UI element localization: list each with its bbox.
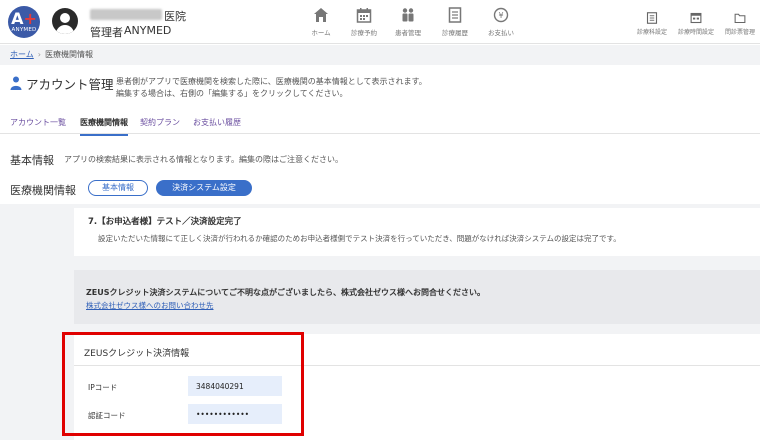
page-title: アカウント管理 [26, 77, 114, 92]
svg-text:¥: ¥ [498, 11, 503, 20]
breadcrumb-separator: › [37, 50, 41, 59]
tab-payment-history[interactable]: お支払い履歴 [193, 117, 241, 128]
zeus-contact-link[interactable]: 株式会社ゼウス様へのお問い合わせ先 [86, 300, 214, 311]
auth-code-label: 認証コード [88, 411, 126, 420]
basic-info-title: 基本情報 [10, 154, 54, 167]
calendar-icon [356, 8, 372, 23]
breadcrumb-home[interactable]: ホーム [10, 50, 34, 59]
anymed-logo[interactable]: A+ ANYMED [8, 6, 40, 38]
page-description: 患者側がアプリで医療機関を検索した際に、医療機関の基本情報として表示されます。 … [116, 76, 516, 100]
payment-icon: ¥ [493, 7, 509, 23]
ip-code-label: IPコード [88, 383, 118, 392]
nav-questionnaire-settings[interactable]: 問診票管理 [714, 12, 760, 36]
nav-history-label: 診療履歴 [442, 29, 468, 37]
contact-card: ZEUSクレジット決済システムについてご不明な点がございましたら、株式会社ゼウス… [74, 270, 760, 324]
tab-contract-plan[interactable]: 契約プラン [140, 117, 180, 128]
patients-icon [402, 8, 414, 22]
breadcrumb: ホーム › 医療機関情報 [0, 45, 760, 65]
admin-role: 管理者 [90, 26, 123, 39]
payment-settings-button[interactable]: 決済システム設定 [156, 180, 252, 196]
nav-patients-label: 患者管理 [395, 29, 421, 37]
schedule-icon [690, 12, 702, 24]
top-header: A+ ANYMED 医院 管理者 ANYMED ホーム 診療予約 患者管理 診療… [0, 0, 760, 44]
admin-name: ANYMED [124, 24, 172, 37]
nav-patients[interactable]: 患者管理 [382, 7, 434, 37]
clinic-name-redacted [90, 9, 162, 20]
auth-code-field[interactable] [188, 404, 282, 424]
tab-medical-institution[interactable]: 医療機関情報 [80, 117, 128, 136]
nav-history[interactable]: 診療履歴 [429, 7, 481, 37]
account-tabs: アカウント一覧 医療機関情報 契約プラン お支払い履歴 [0, 112, 760, 136]
breadcrumb-current: 医療機関情報 [44, 50, 93, 59]
avatar[interactable] [52, 8, 78, 34]
basic-info-note: アプリの検索結果に表示される情報となります。編集の際はご注意ください。 [64, 155, 343, 164]
basic-info-button[interactable]: 基本情報 [88, 180, 148, 196]
zeus-card-header: ZEUSクレジット決済情報 [74, 334, 760, 366]
medical-info-title: 医療機関情報 [10, 184, 76, 197]
page-description-line-1: 患者側がアプリで医療機関を検索した際に、医療機関の基本情報として表示されます。 [116, 77, 427, 86]
nav-payment-label: お支払い [488, 29, 514, 37]
nav-payment[interactable]: ¥ お支払い [475, 7, 527, 37]
step-7-description: 設定いただいた情報にて正しく決済が行われるか確認のためお申込者様側でテスト決済を… [98, 234, 621, 243]
step-7-title: 7.【お申込者様】テスト／決済設定完了 [88, 217, 242, 227]
contact-title: ZEUSクレジット決済システムについてご不明な点がございましたら、株式会社ゼウス… [86, 288, 486, 297]
home-icon [314, 8, 328, 22]
history-icon [448, 7, 462, 23]
zeus-payment-card: ZEUSクレジット決済情報 IPコード 認証コード [74, 334, 760, 440]
page-description-line-2: 編集する場合は、右側の「編集する」をクリックしてください。 [116, 89, 348, 98]
ip-code-field[interactable] [188, 376, 282, 396]
logo-mark: A+ [11, 9, 37, 28]
nav-questionnaire-label: 問診票管理 [724, 29, 755, 36]
zeus-card-title: ZEUSクレジット決済情報 [84, 349, 190, 359]
logo-text: ANYMED [11, 27, 37, 33]
step-7-card: 7.【お申込者様】テスト／決済設定完了 設定いただいた情報にて正しく決済が行われ… [74, 208, 760, 256]
tab-account-list[interactable]: アカウント一覧 [10, 117, 66, 128]
person-icon [10, 76, 22, 90]
department-icon [646, 12, 658, 24]
clinic-name-suffix: 医院 [164, 10, 186, 23]
folder-icon [734, 13, 746, 24]
